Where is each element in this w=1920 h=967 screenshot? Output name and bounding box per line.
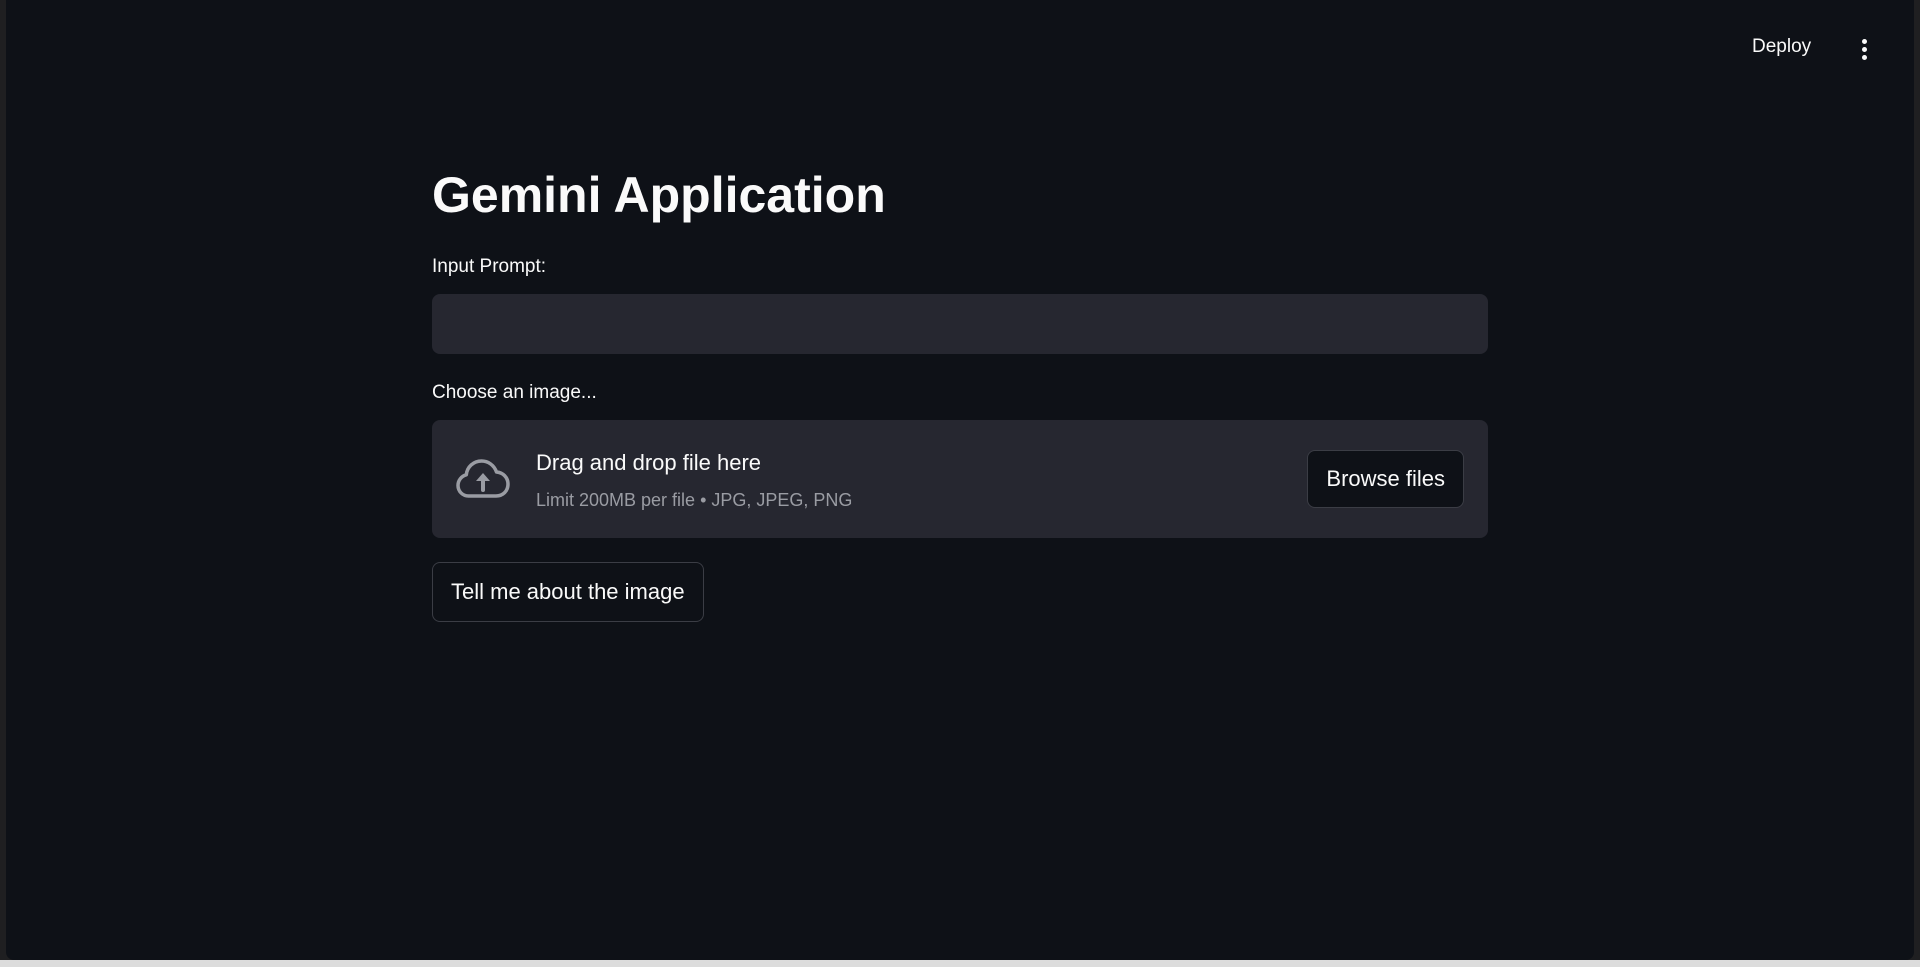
tell-me-about-image-button[interactable]: Tell me about the image bbox=[432, 562, 704, 622]
menu-dot bbox=[1861, 54, 1867, 60]
cloud-upload-icon bbox=[456, 459, 510, 498]
uploader-label: Choose an image... bbox=[432, 382, 597, 403]
file-dropzone[interactable]: Drag and drop file here Limit 200MB per … bbox=[432, 420, 1488, 538]
browse-files-button[interactable]: Browse files bbox=[1307, 450, 1464, 508]
menu-dot bbox=[1861, 46, 1867, 52]
page-title: Gemini Application bbox=[432, 167, 886, 223]
vertical-ellipsis-icon[interactable] bbox=[1854, 36, 1874, 62]
dropzone-limits: Limit 200MB per file • JPG, JPEG, PNG bbox=[536, 490, 853, 510]
prompt-label: Input Prompt: bbox=[432, 256, 547, 277]
deploy-button[interactable]: Deploy bbox=[1752, 36, 1811, 58]
prompt-input[interactable] bbox=[432, 294, 1488, 354]
dropzone-title: Drag and drop file here bbox=[536, 450, 762, 475]
menu-dot bbox=[1861, 38, 1867, 44]
taskbar-strip bbox=[0, 960, 1920, 967]
app-container: Deploy Gemini Application Input Prompt: … bbox=[6, 0, 1914, 960]
